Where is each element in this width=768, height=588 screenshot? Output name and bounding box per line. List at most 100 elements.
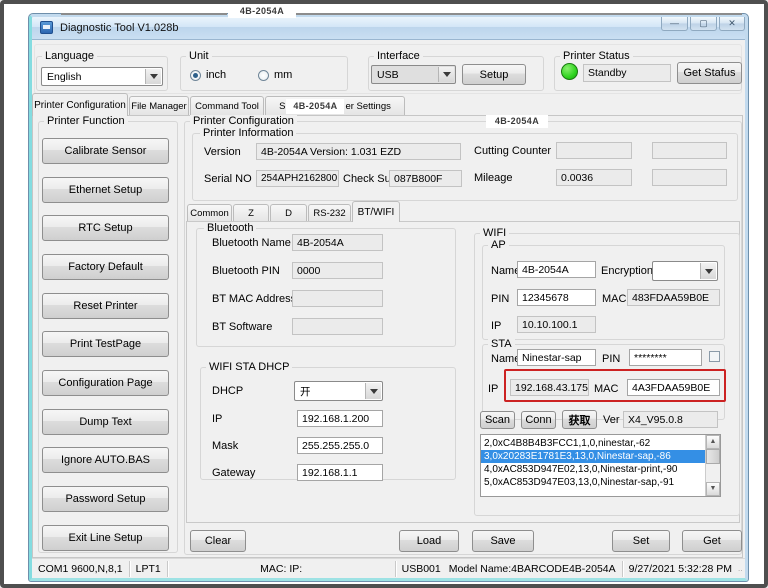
dhcp-select[interactable]: 开 <box>294 381 383 401</box>
language-label: Language <box>42 50 97 62</box>
status-lpt-port: LPT1 <box>130 561 168 577</box>
bluetooth-pin-field: 0000 <box>292 262 383 279</box>
unit-mm-label[interactable]: mm <box>274 69 292 81</box>
close-button[interactable]: ✕ <box>719 17 745 31</box>
check-sum-field: 087B800F <box>389 170 462 187</box>
scan-button[interactable]: Scan <box>480 411 515 429</box>
save-button[interactable]: Save <box>472 530 534 552</box>
ap-name-field[interactable]: 4B-2054A <box>517 261 596 278</box>
gateway-field[interactable]: 192.168.1.1 <box>297 464 383 481</box>
tab-printer-configuration[interactable]: Printer Configuration <box>32 93 128 116</box>
list-item-selected[interactable]: 3,0x20283E1781E3,13,0,Ninestar-sap,-86 <box>481 450 705 463</box>
dhcp-value: 开 <box>300 384 311 399</box>
chevron-down-icon[interactable] <box>145 69 161 84</box>
wifi-ap-label: AP <box>488 239 509 251</box>
rtc-setup-button[interactable]: RTC Setup <box>42 215 169 241</box>
status-usb: USB001 <box>402 563 441 575</box>
mask-label: Mask <box>212 440 238 452</box>
printer-information-label: Printer Information <box>200 127 296 139</box>
mask-field[interactable]: 255.255.255.0 <box>297 437 383 454</box>
sta-pin-checkbox[interactable] <box>709 351 720 362</box>
inner-tab-btwifi[interactable]: BT/WIFI <box>352 201 400 222</box>
sta-dhcp-ip-field[interactable]: 192.168.1.200 <box>297 410 383 427</box>
list-item[interactable]: 5,0xAC853D947E03,13,0,Ninestar-sap,-91 <box>481 476 705 489</box>
load-button[interactable]: Load <box>399 530 459 552</box>
inner-tab-common[interactable]: Common <box>187 204 232 222</box>
minimize-button[interactable]: — <box>661 17 688 31</box>
unit-mm-radio[interactable] <box>258 70 269 81</box>
printer-function-label: Printer Function <box>44 115 128 127</box>
language-value: English <box>47 71 81 83</box>
annotation-line-left <box>61 13 227 15</box>
resize-grip-icon[interactable]: .. <box>738 561 745 577</box>
encryption-select[interactable] <box>652 261 718 281</box>
ethernet-setup-button[interactable]: Ethernet Setup <box>42 177 169 203</box>
chevron-down-icon[interactable] <box>365 383 381 399</box>
status-mac-ip: MAC: IP: <box>168 561 396 577</box>
ignore-autobas-button[interactable]: Ignore AUTO.BAS <box>42 447 169 473</box>
sta-name-label: Name <box>491 353 520 365</box>
password-setup-button[interactable]: Password Setup <box>42 486 169 512</box>
unit-inch-label[interactable]: inch <box>206 69 226 81</box>
interface-label: Interface <box>374 50 423 62</box>
list-scrollbar[interactable]: ▲ ▼ <box>705 435 720 496</box>
sta-dhcp-ip-label: IP <box>212 413 222 425</box>
fetch-button[interactable]: 获取 <box>562 410 597 429</box>
tab-command-tool[interactable]: Command Tool <box>190 96 264 116</box>
language-select[interactable]: English <box>41 67 163 86</box>
list-item[interactable]: 4,0xAC853D947E02,13,0,Ninestar-print,-90 <box>481 463 705 476</box>
ver-field: X4_V95.0.8 <box>623 411 718 428</box>
setup-button[interactable]: Setup <box>462 64 526 85</box>
cutting-counter-label: Cutting Counter <box>474 145 551 157</box>
sta-pin-field[interactable]: ******** <box>629 349 702 366</box>
factory-default-button[interactable]: Factory Default <box>42 254 169 280</box>
annotation-device-label-tab: 4B-2054A <box>286 99 344 114</box>
dump-text-button[interactable]: Dump Text <box>42 409 169 435</box>
tab-file-manager[interactable]: File Manager <box>129 96 189 116</box>
status-com-port: COM1 9600,N,8,1 <box>32 561 130 577</box>
cutting-counter-field <box>556 142 632 159</box>
window-title: Diagnostic Tool V1.028b <box>60 22 178 34</box>
tab-settings[interactable]: S 4B-2054A er Settings <box>265 96 405 116</box>
configuration-page-button[interactable]: Configuration Page <box>42 370 169 396</box>
sta-pin-label: PIN <box>602 353 620 365</box>
exit-line-setup-button[interactable]: Exit Line Setup <box>42 525 169 551</box>
ap-pin-field[interactable]: 12345678 <box>517 289 596 306</box>
scroll-down-icon[interactable]: ▼ <box>706 482 720 496</box>
calibrate-sensor-button[interactable]: Calibrate Sensor <box>42 138 169 164</box>
unit-inch-radio[interactable] <box>190 70 201 81</box>
maximize-button[interactable]: ▢ <box>690 17 717 31</box>
inner-tab-d[interactable]: D <box>270 204 307 222</box>
ap-ip-label: IP <box>491 320 501 332</box>
printer-status-label: Printer Status <box>560 50 633 62</box>
list-item[interactable]: 2,0xC4B8B4B3FCC1,1,0,ninestar,-62 <box>481 437 705 450</box>
scrollbar-thumb[interactable] <box>706 449 720 464</box>
reset-printer-button[interactable]: Reset Printer <box>42 293 169 319</box>
wifi-label: WIFI <box>480 227 509 239</box>
chevron-down-icon[interactable] <box>700 263 716 279</box>
conn-button[interactable]: Conn <box>521 411 556 429</box>
serial-no-label: Serial NO <box>204 173 252 185</box>
interface-select[interactable]: USB <box>371 65 456 84</box>
printer-status-value: Standby <box>583 64 671 82</box>
app-icon <box>40 21 53 34</box>
inner-tab-z[interactable]: Z <box>233 204 269 222</box>
mileage-label: Mileage <box>474 172 513 184</box>
scan-result-list[interactable]: 2,0xC4B8B4B3FCC1,1,0,ninestar,-62 3,0x20… <box>480 434 721 497</box>
status-usb-model: USB001 Model Name:4BARCODE4B-2054A <box>396 561 623 577</box>
chevron-down-icon[interactable] <box>438 67 454 82</box>
get-button[interactable]: Get <box>682 530 742 552</box>
clear-button[interactable]: Clear <box>190 530 246 552</box>
inner-tab-rs232[interactable]: RS-232 <box>308 204 351 222</box>
set-button[interactable]: Set <box>612 530 670 552</box>
tab-settings-prefix: S <box>279 101 285 112</box>
bluetooth-name-field: 4B-2054A <box>292 234 383 251</box>
printer-configuration-label: Printer Configuration <box>190 115 297 127</box>
print-testpage-button[interactable]: Print TestPage <box>42 331 169 357</box>
scroll-up-icon[interactable]: ▲ <box>706 435 720 449</box>
bluetooth-label: Bluetooth <box>204 222 256 234</box>
dhcp-label: DHCP <box>212 385 243 397</box>
get-status-button[interactable]: Get Stafus <box>677 62 742 84</box>
sta-name-field[interactable]: Ninestar-sap <box>517 349 596 366</box>
title-bar: Diagnostic Tool V1.028b — ▢ ✕ <box>32 17 745 40</box>
